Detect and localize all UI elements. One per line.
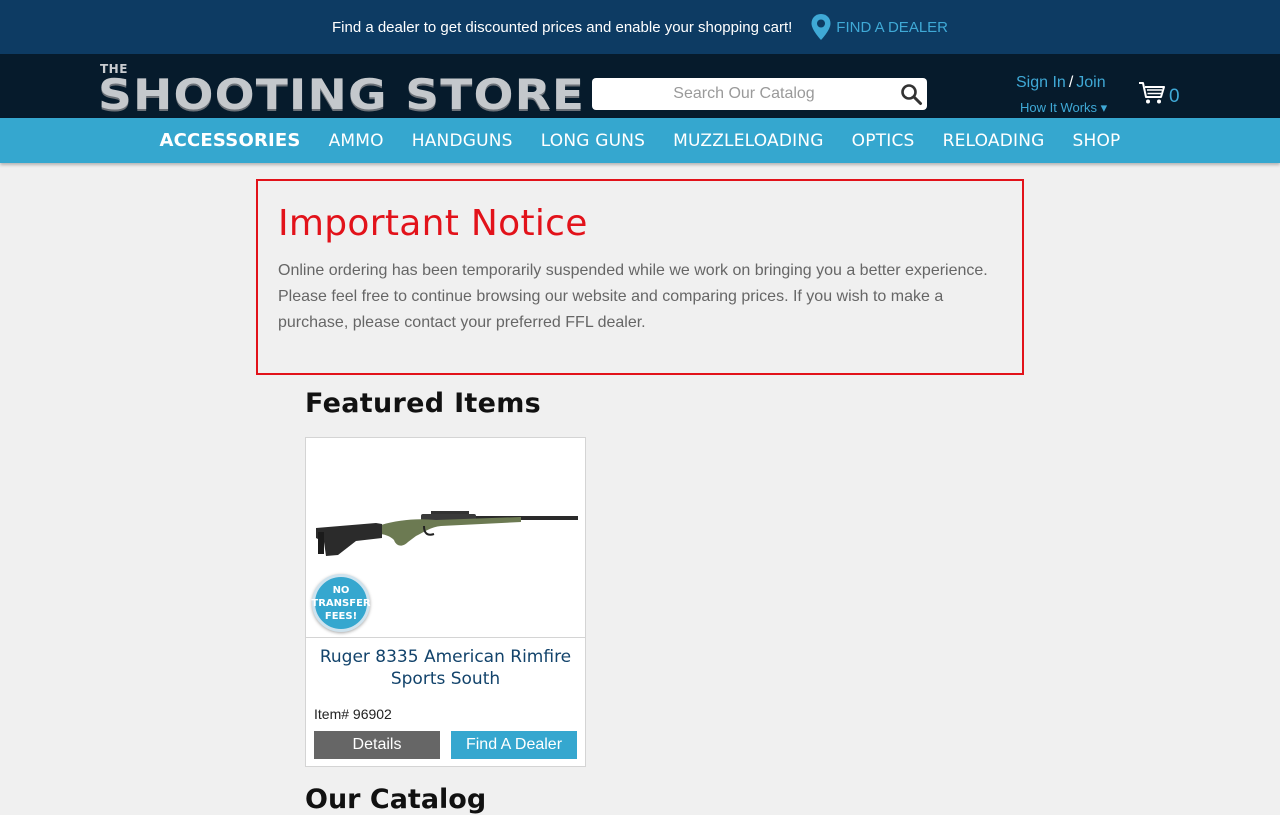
product-item-number: Item# 96902	[314, 706, 392, 722]
cart-count[interactable]: 0	[1169, 86, 1180, 108]
nav-item-accessories[interactable]: ACCESSORIES	[145, 130, 314, 151]
featured-items-heading: Featured Items	[305, 388, 542, 419]
important-notice: Important Notice Online ordering has bee…	[256, 179, 1024, 375]
notice-body: Online ordering has been temporarily sus…	[278, 262, 988, 331]
map-pin-icon	[811, 14, 831, 40]
logo-main: SHOOTING STORE	[98, 70, 586, 119]
badge-line-3: FEES!	[324, 610, 358, 622]
badge-line-2: TRANSFER	[311, 597, 371, 609]
search-input[interactable]	[592, 79, 882, 109]
badge-line-1: NO	[332, 584, 350, 596]
no-transfer-fees-badge: NO TRANSFER FEES!	[311, 574, 371, 632]
nav-item-shop[interactable]: SHOP	[1059, 131, 1135, 151]
dealer-banner-message: Find a dealer to get discounted prices a…	[331, 18, 793, 36]
site-logo[interactable]: THE SHOOTING STORE	[98, 58, 584, 119]
dealer-banner: Find a dealer to get discounted prices a…	[0, 0, 1280, 54]
find-a-dealer-button[interactable]: Find A Dealer	[451, 731, 577, 759]
find-dealer-link[interactable]: FIND A DEALER	[810, 13, 948, 41]
how-it-works-dropdown[interactable]: How It Works ▾	[1020, 100, 1107, 116]
product-image[interactable]: NO TRANSFER FEES!	[306, 438, 585, 638]
rifle-image	[316, 511, 578, 556]
main-nav: ACCESSORIES AMMO HANDGUNS LONG GUNS MUZZ…	[0, 118, 1280, 163]
nav-item-handguns[interactable]: HANDGUNS	[398, 131, 527, 151]
search-icon[interactable]	[899, 82, 923, 106]
nav-item-reloading[interactable]: RELOADING	[929, 131, 1059, 151]
product-card: NO TRANSFER FEES! Ruger 8335 American Ri…	[305, 437, 586, 767]
cart-icon[interactable]	[1138, 80, 1166, 106]
nav-item-long-guns[interactable]: LONG GUNS	[527, 131, 659, 151]
search-box	[592, 78, 927, 110]
details-button[interactable]: Details	[314, 731, 440, 759]
account-separator: /	[1068, 74, 1074, 91]
join-link[interactable]: Join	[1076, 74, 1105, 91]
nav-item-optics[interactable]: OPTICS	[838, 131, 929, 151]
nav-item-muzzleloading[interactable]: MUZZLELOADING	[659, 131, 838, 151]
sign-in-link[interactable]: Sign In	[1016, 74, 1066, 91]
nav-item-ammo[interactable]: AMMO	[315, 131, 398, 151]
site-header: THE SHOOTING STORE Sign In/Join How It W…	[0, 54, 1280, 119]
product-name-link[interactable]: Ruger 8335 American Rimfire Sports South	[306, 646, 585, 690]
notice-title: Important Notice	[278, 203, 588, 244]
find-dealer-label[interactable]: FIND A DEALER	[836, 19, 948, 36]
account-links: Sign In / Join	[1016, 74, 1106, 92]
